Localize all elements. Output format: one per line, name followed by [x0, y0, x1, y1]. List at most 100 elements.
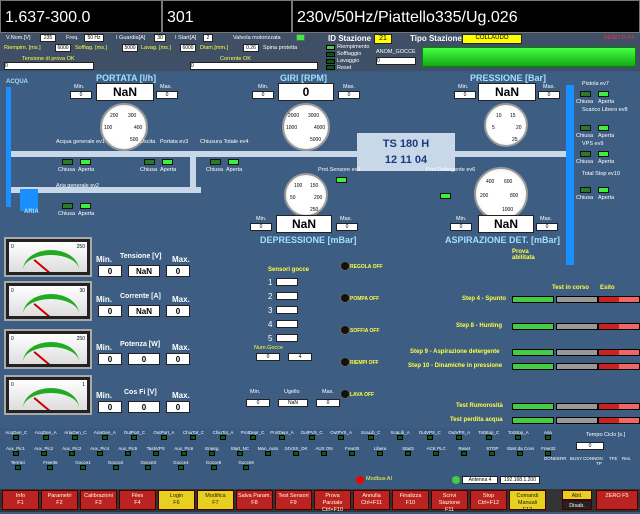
riemp-field[interactable]: 6000: [55, 44, 71, 52]
giri-tick-4: 5000: [310, 137, 322, 143]
step-9-enabled[interactable]: [512, 349, 554, 356]
ev10-chiusa-valve[interactable]: [580, 187, 591, 193]
lav-field[interactable]: 6000: [180, 44, 196, 52]
perdita-enabled[interactable]: [512, 417, 554, 424]
ev3-chiusa-valve[interactable]: [144, 159, 155, 165]
fkey-f3[interactable]: Calibrazioni F3: [80, 490, 117, 510]
io-cell-io_bot-0: Termici: [2, 460, 34, 474]
corrente-min: 0: [98, 305, 122, 317]
fkey-f9[interactable]: Test Sensori F9: [275, 490, 312, 510]
ev2-chiusa-label: Chiusa: [58, 211, 76, 217]
fkey-f11[interactable]: Scrivi Stazione F11: [431, 490, 468, 513]
corrente-scale-min: 0: [11, 288, 14, 294]
fkey-key: F11: [444, 507, 455, 513]
fkey-ctrl-f12[interactable]: Stop Ctrl+F12: [470, 490, 507, 510]
ev8-aperta-label: Aperta: [598, 133, 615, 139]
fkey-f8[interactable]: Salva Param. F8: [236, 490, 273, 510]
diam-field[interactable]: 0.26: [243, 44, 259, 52]
fkey-f4[interactable]: Files F4: [119, 490, 156, 510]
asp-max: 0: [536, 223, 558, 231]
station-type-field[interactable]: COLLAUDO: [462, 34, 522, 44]
pressione-tick-2: 15: [510, 113, 516, 119]
io-led: [177, 465, 184, 470]
step-10-enabled[interactable]: [512, 363, 554, 370]
freq-field[interactable]: 50 Hz: [84, 34, 104, 42]
ev2-chiusa-valve[interactable]: [62, 203, 73, 209]
io-label: Gocce1: [75, 460, 91, 465]
fkey-f1[interactable]: Info F1: [2, 490, 39, 510]
giri-tick-0: 1000: [286, 125, 298, 131]
fkey-title: Files: [131, 493, 144, 499]
ev7-aperta-valve[interactable]: [598, 91, 609, 97]
io-cell-io_top-6: ChiuTot_C: [179, 430, 208, 442]
ev1-aperta-valve[interactable]: [80, 159, 91, 165]
portata-max-label: Max.: [160, 84, 172, 90]
asp-max-label: Max.: [540, 216, 552, 222]
io-cell-io_mid-8: Start_NC: [226, 446, 253, 460]
soffia-label: SOFFIA OFF: [350, 328, 380, 334]
fkey-f6[interactable]: Login F6: [158, 490, 195, 510]
ev8-chiusa-valve[interactable]: [580, 125, 591, 131]
vnom-field[interactable]: 235: [40, 34, 56, 42]
flag-4: ON TP: [596, 456, 603, 466]
ev5-valve[interactable]: [336, 177, 347, 183]
io-label: Aux_Pic5: [118, 446, 138, 451]
zero-f5-button[interactable]: ZERO F5: [596, 490, 638, 510]
io-label: TotStop_C: [478, 430, 500, 435]
io-cell-io_mid-18: Start da Console: [507, 446, 534, 460]
ev9-aperta-valve[interactable]: [598, 151, 609, 157]
io-led: [279, 435, 286, 440]
ev3-aperta-valve[interactable]: [162, 159, 173, 165]
aria-label: ARIA: [24, 209, 39, 215]
cosfi-meter: 0 1: [4, 375, 92, 415]
asp-min: 0: [450, 223, 472, 231]
cosfi-min: 0: [98, 401, 122, 413]
corrente-name: Corrente [A]: [120, 293, 161, 300]
fkey-f12[interactable]: Comandi Manuali F12: [509, 490, 546, 513]
disab-button[interactable]: Disab.: [562, 500, 592, 510]
fkey-ctrl-f10[interactable]: Prova Parziale Ctrl+F10: [314, 490, 351, 513]
iguard-field[interactable]: 30: [154, 34, 166, 42]
ev1-chiusa-valve[interactable]: [62, 159, 73, 165]
fkey-ctrl-f11[interactable]: Annulla Ctrl+F11: [353, 490, 390, 510]
depr-max-label: Max.: [340, 216, 352, 222]
fkey-title: Stop: [482, 493, 495, 499]
corrente-meter-face: 0 30: [9, 286, 87, 316]
io-cell-io_top-4: OutPort_C: [120, 430, 149, 442]
prot-det-label: Prot.Detergente ev6: [426, 167, 476, 173]
rumorosita-enabled[interactable]: [512, 403, 554, 410]
ev4-chiusa-valve[interactable]: [210, 159, 221, 165]
ev8-aperta-valve[interactable]: [598, 125, 609, 131]
fkey-f2[interactable]: Parametri F2: [41, 490, 78, 510]
io-label: Start_NC: [230, 446, 250, 451]
step-8-enabled[interactable]: [512, 323, 554, 330]
io-cell-io_mid-17: STOP: [479, 446, 506, 460]
io-cell-io_top-15: OutVPS_A: [445, 430, 474, 442]
fkey-f10[interactable]: Finalizza F10: [392, 490, 429, 510]
io-led: [180, 451, 187, 456]
ev7-chiusa-valve[interactable]: [580, 91, 591, 97]
ev10-aperta-valve[interactable]: [598, 187, 609, 193]
ev4-aperta-valve[interactable]: [228, 159, 239, 165]
depr-tick-2: 150: [310, 183, 319, 189]
cosfi-max-label: Max.: [172, 391, 190, 400]
reset-button[interactable]: RESET Pr.F4: [604, 35, 634, 41]
soff-field[interactable]: 5000: [122, 44, 138, 52]
flag-3: CONN: [583, 456, 597, 461]
ev9-chiusa-valve[interactable]: [580, 151, 591, 157]
station-id-field[interactable]: 21: [374, 34, 392, 44]
istart-field[interactable]: 2: [203, 34, 213, 42]
pressione-min: 0: [454, 91, 476, 99]
io-led: [308, 435, 315, 440]
ev6-valve[interactable]: [440, 193, 451, 199]
abil-button[interactable]: Abil.: [562, 490, 592, 500]
depressione-value: NaN: [276, 215, 332, 233]
fkey-title: Modifica: [205, 493, 226, 499]
fkey-f7[interactable]: Modifica F7: [197, 490, 234, 510]
fkey-key: F4: [134, 500, 141, 506]
uscita-label: Uscita: [140, 139, 156, 145]
step-4-enabled[interactable]: [512, 296, 554, 303]
io-led: [397, 435, 404, 440]
ev2-aperta-valve[interactable]: [80, 203, 91, 209]
asp-tick-3: 800: [510, 193, 519, 199]
